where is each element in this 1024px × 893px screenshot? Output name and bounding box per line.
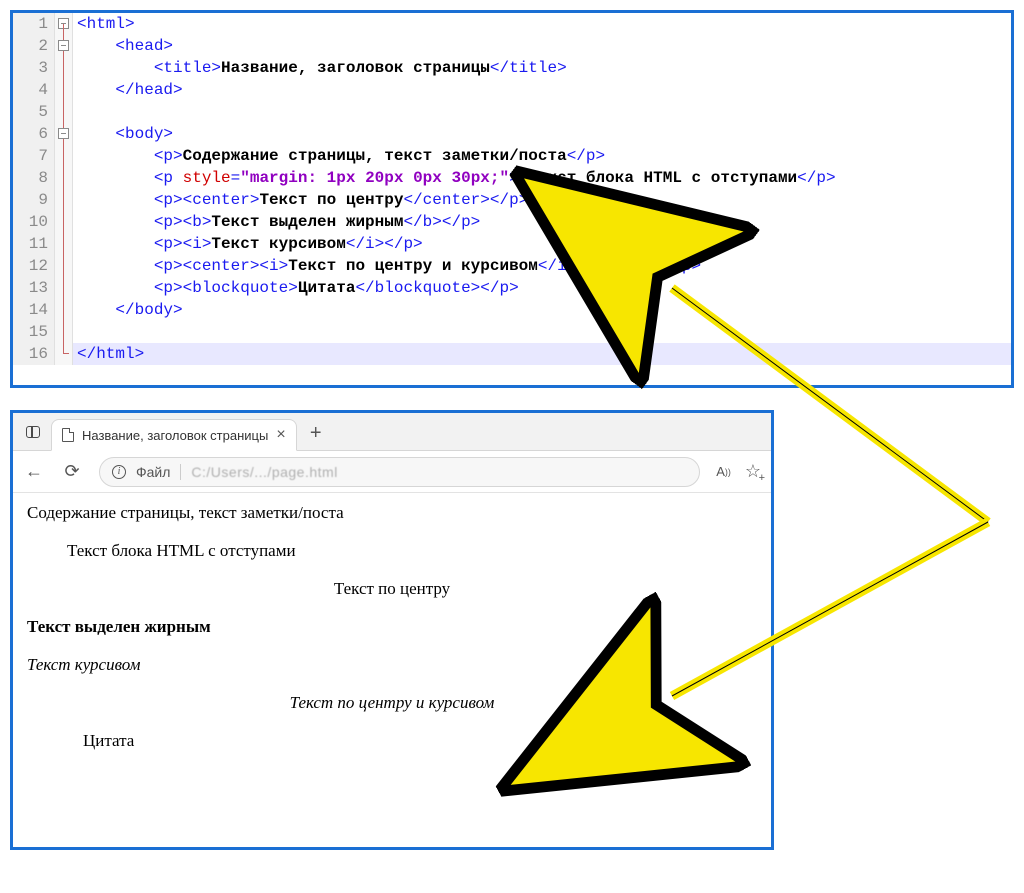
line-number: 9 <box>13 189 55 211</box>
code-line[interactable]: 6 <body> <box>13 123 1011 145</box>
code-line[interactable]: 7 <p>Содержание страницы, текст заметки/… <box>13 145 1011 167</box>
line-number: 11 <box>13 233 55 255</box>
code-line[interactable]: 15 <box>13 321 1011 343</box>
line-number: 2 <box>13 35 55 57</box>
code-content[interactable]: </html> <box>73 343 1011 365</box>
tab-title: Название, заголовок страницы <box>82 428 268 443</box>
code-content[interactable]: <body> <box>73 123 1011 145</box>
fold-gutter[interactable] <box>55 189 73 211</box>
code-content[interactable]: <html> <box>73 13 1011 35</box>
code-line[interactable]: 14 </body> <box>13 299 1011 321</box>
line-number: 6 <box>13 123 55 145</box>
line-number: 12 <box>13 255 55 277</box>
code-line[interactable]: 12 <p><center><i>Текст по центру и курси… <box>13 255 1011 277</box>
fold-gutter[interactable] <box>55 35 73 57</box>
fold-gutter[interactable] <box>55 145 73 167</box>
rendered-paragraph-center-italic: Текст по центру и курсивом <box>27 693 757 713</box>
code-line[interactable]: 10 <p><b>Текст выделен жирным</b></p> <box>13 211 1011 233</box>
code-content[interactable]: </head> <box>73 79 1011 101</box>
favorite-button[interactable]: ☆ <box>745 461 761 482</box>
fold-gutter[interactable] <box>55 211 73 233</box>
code-content[interactable]: <p><i>Текст курсивом</i></p> <box>73 233 1011 255</box>
code-content[interactable]: <p><b>Текст выделен жирным</b></p> <box>73 211 1011 233</box>
code-content[interactable]: <p style="margin: 1px 20px 0px 30px;"> Т… <box>73 167 1011 189</box>
fold-gutter[interactable] <box>55 255 73 277</box>
line-number: 10 <box>13 211 55 233</box>
read-aloud-button[interactable]: A)) <box>716 464 731 479</box>
line-number: 5 <box>13 101 55 123</box>
browser-tab-active[interactable]: Название, заголовок страницы × <box>51 419 297 451</box>
rendered-paragraph-indent: Текст блока HTML с отступами <box>67 541 757 561</box>
site-info-icon[interactable]: i <box>112 465 126 479</box>
code-line[interactable]: 4 </head> <box>13 79 1011 101</box>
fold-gutter[interactable] <box>55 13 73 35</box>
code-content[interactable]: </body> <box>73 299 1011 321</box>
code-line[interactable]: 16 </html> <box>13 343 1011 365</box>
address-bar[interactable]: i Файл C:/Users/.../page.html <box>99 457 700 487</box>
fold-gutter[interactable] <box>55 123 73 145</box>
back-button[interactable]: ← <box>23 461 45 482</box>
browser-window: Название, заголовок страницы × + ← ⟳ i Ф… <box>10 410 774 850</box>
tab-actions-button[interactable] <box>19 418 47 446</box>
rendered-paragraph-center: Текст по центру <box>27 579 757 599</box>
refresh-button[interactable]: ⟳ <box>61 461 83 482</box>
code-content[interactable]: <head> <box>73 35 1011 57</box>
tab-close-button[interactable]: × <box>276 427 285 443</box>
code-line[interactable]: 8 <p style="margin: 1px 20px 0px 30px;">… <box>13 167 1011 189</box>
line-number: 4 <box>13 79 55 101</box>
code-content[interactable]: <title>Название, заголовок страницы</tit… <box>73 57 1011 79</box>
code-editor-panel: 1<html>2 <head>3 <title>Название, заголо… <box>10 10 1014 388</box>
fold-gutter[interactable] <box>55 101 73 123</box>
file-icon <box>62 428 74 442</box>
code-content[interactable]: <p><center><i>Текст по центру и курсивом… <box>73 255 1011 277</box>
code-line[interactable]: 11 <p><i>Текст курсивом</i></p> <box>13 233 1011 255</box>
code-content[interactable]: <p><blockquote>Цитата</blockquote></p> <box>73 277 1011 299</box>
code-line[interactable]: 1 <html> <box>13 13 1011 35</box>
new-tab-button[interactable]: + <box>301 418 331 448</box>
code-content[interactable]: <p><center>Текст по центру</center></p> <box>73 189 1011 211</box>
code-content[interactable] <box>73 321 1011 343</box>
fold-gutter[interactable] <box>55 167 73 189</box>
fold-gutter[interactable] <box>55 343 73 365</box>
code-line[interactable]: 5 <box>13 101 1011 123</box>
rendered-paragraph: Содержание страницы, текст заметки/поста <box>27 503 757 523</box>
line-number: 13 <box>13 277 55 299</box>
panel-icon <box>26 426 40 438</box>
browser-tabstrip: Название, заголовок страницы × + <box>13 413 771 451</box>
line-number: 7 <box>13 145 55 167</box>
line-number: 14 <box>13 299 55 321</box>
fold-gutter[interactable] <box>55 277 73 299</box>
fold-gutter[interactable] <box>55 299 73 321</box>
line-number: 3 <box>13 57 55 79</box>
code-content[interactable] <box>73 101 1011 123</box>
line-number: 1 <box>13 13 55 35</box>
code-line[interactable]: 3 <title>Название, заголовок страницы</t… <box>13 57 1011 79</box>
rendered-paragraph-bold: Текст выделен жирным <box>27 617 757 637</box>
line-number: 15 <box>13 321 55 343</box>
fold-gutter[interactable] <box>55 79 73 101</box>
address-separator <box>180 464 181 480</box>
rendered-blockquote: Цитата <box>83 731 757 751</box>
rendered-paragraph-italic: Текст курсивом <box>27 655 757 675</box>
fold-gutter[interactable] <box>55 233 73 255</box>
toolbar-right: A)) ☆ <box>716 461 761 482</box>
line-number: 8 <box>13 167 55 189</box>
browser-toolbar: ← ⟳ i Файл C:/Users/.../page.html A)) ☆ <box>13 451 771 493</box>
address-scheme: Файл <box>136 464 170 480</box>
code-content[interactable]: <p>Содержание страницы, текст заметки/по… <box>73 145 1011 167</box>
fold-gutter[interactable] <box>55 321 73 343</box>
address-path: C:/Users/.../page.html <box>191 464 337 480</box>
code-line[interactable]: 2 <head> <box>13 35 1011 57</box>
code-line[interactable]: 9 <p><center>Текст по центру</center></p… <box>13 189 1011 211</box>
fold-gutter[interactable] <box>55 57 73 79</box>
browser-viewport: Содержание страницы, текст заметки/поста… <box>13 493 771 779</box>
code-line[interactable]: 13 <p><blockquote>Цитата</blockquote></p… <box>13 277 1011 299</box>
line-number: 16 <box>13 343 55 365</box>
